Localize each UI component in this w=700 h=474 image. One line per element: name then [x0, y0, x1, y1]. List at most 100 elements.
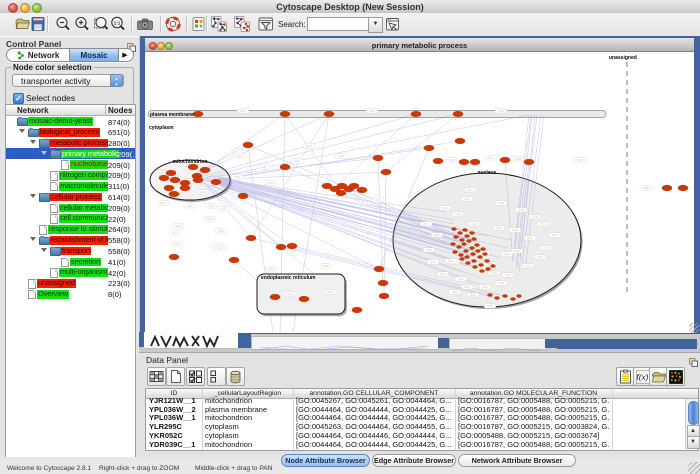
graph-node[interactable]	[193, 177, 203, 183]
tree-row-cell-communication[interactable]: cell communication22(0)	[6, 213, 135, 224]
graph-node-small[interactable]	[466, 261, 471, 264]
attribute-batch-icon[interactable]	[207, 367, 226, 386]
zoom-in-icon[interactable]	[73, 15, 91, 33]
graph-node-small[interactable]	[471, 252, 476, 255]
expand-arrow-icon[interactable]	[30, 140, 36, 144]
filter-icon[interactable]	[257, 15, 275, 33]
expand-arrow-icon[interactable]	[41, 151, 47, 155]
graph-node-small[interactable]	[451, 242, 456, 245]
graph-node[interactable]	[180, 185, 190, 191]
tree-row-cellular-metabolic-pro[interactable]: cellular metabolic pro209(0)	[6, 202, 135, 213]
graph-node[interactable]	[243, 142, 253, 148]
graph-node[interactable]	[229, 257, 239, 263]
tab-network[interactable]: Network	[7, 49, 69, 61]
delete-attribute-icon[interactable]	[226, 367, 245, 386]
graph-node-small[interactable]	[473, 265, 478, 268]
graph-edge[interactable]	[211, 185, 379, 269]
tree-row-multi-organism-proces[interactable]: multi-organism proces42(0)	[6, 267, 135, 278]
graph-edge[interactable]	[335, 114, 416, 187]
graph-node-small[interactable]	[478, 255, 483, 258]
tree-row-nitrogen-compound-me[interactable]: nitrogen compound me209(0)	[6, 170, 135, 181]
expand-arrow-icon[interactable]	[41, 248, 47, 252]
expand-arrow-icon[interactable]	[19, 129, 25, 133]
tree-col-nodes[interactable]: Nodes	[108, 106, 132, 115]
graph-node-small[interactable]	[460, 238, 465, 241]
float-panel-icon[interactable]	[689, 354, 698, 363]
matrix-icon[interactable]	[666, 367, 685, 386]
tree-row-secretion[interactable]: secretion41(0)	[6, 256, 135, 267]
tab-node-attribute-browser[interactable]: Node Attribute Browser	[281, 454, 370, 467]
graph-node-small[interactable]	[460, 257, 465, 260]
graph-node[interactable]	[349, 183, 359, 189]
graph-node[interactable]	[352, 307, 362, 313]
graph-node[interactable]	[374, 266, 384, 272]
graph-node-small[interactable]	[459, 253, 464, 256]
select-nodes-checkbox[interactable]: ✓	[13, 93, 24, 104]
panel-tabs-overflow-button[interactable]: ▶	[119, 49, 131, 61]
graph-node-small[interactable]	[465, 255, 470, 258]
annotation-icon[interactable]	[384, 15, 402, 33]
graph-node[interactable]	[455, 138, 465, 144]
graph-node-small[interactable]	[491, 264, 496, 267]
graph-node[interactable]	[662, 185, 672, 191]
scrollbar-thumb[interactable]	[688, 401, 699, 425]
network-canvas[interactable]: plasma membranecytoplasmmitochondrionnuc…	[145, 52, 694, 333]
graph-node[interactable]	[169, 191, 179, 197]
tree-row-response-to-stimulus[interactable]: response to stimulus264(0)	[6, 224, 135, 235]
graph-node[interactable]	[424, 145, 434, 151]
tree-col-network[interactable]: Network	[17, 106, 49, 115]
graph-node[interactable]	[270, 294, 280, 300]
graph-node-small[interactable]	[457, 245, 462, 248]
new-attribute-icon[interactable]	[166, 367, 185, 386]
tree-row-metabolic-process[interactable]: metabolic process280(0)	[6, 138, 135, 149]
select-attributes-icon[interactable]	[186, 367, 205, 386]
tree-row-primary-metabolic-proc[interactable]: primary metabolic proc209(...	[6, 148, 135, 159]
zoom-actual-icon[interactable]: 1:1	[109, 15, 127, 33]
table-row-ydr039c-1[interactable]: YDR039C__1mitochondrion[GO:0044464, GO:0…	[146, 439, 698, 448]
graph-node[interactable]	[336, 190, 346, 196]
graph-edge[interactable]	[285, 114, 341, 191]
graph-node[interactable]	[459, 159, 469, 165]
graph-node-small[interactable]	[467, 239, 472, 242]
table-row-ypl036w-2[interactable]: YPL036W__2plasma membrane[GO:0044464, GO…	[146, 404, 698, 413]
float-panel-icon[interactable]	[127, 39, 136, 48]
tree-row-nucleobase-containing[interactable]: nucleobase-containing209(0)	[6, 159, 135, 170]
graph-node-small[interactable]	[472, 237, 477, 240]
graph-node[interactable]	[164, 185, 174, 191]
graph-node-small[interactable]	[511, 297, 516, 300]
graph-node-small[interactable]	[488, 293, 493, 296]
graph-node[interactable]	[280, 111, 290, 117]
snapshot-icon[interactable]	[136, 15, 154, 33]
graph-node[interactable]	[166, 170, 176, 176]
expand-arrow-icon[interactable]	[30, 194, 36, 198]
table-scrollbar[interactable]: ▲▼	[685, 399, 698, 449]
graph-node[interactable]	[379, 293, 389, 299]
graph-node-small[interactable]	[517, 294, 522, 297]
tab-network-attribute-browser[interactable]: Network Attribute Browser	[458, 454, 576, 467]
dropdown-stepper-icon[interactable]: ▲▼	[110, 74, 123, 87]
graph-node[interactable]	[238, 193, 248, 199]
tree-row-transport[interactable]: transport558(0)	[6, 246, 135, 257]
graph-node-small[interactable]	[503, 294, 508, 297]
graph-node-small[interactable]	[464, 249, 469, 252]
graph-node-small[interactable]	[481, 247, 486, 250]
graph-edge[interactable]	[203, 172, 386, 180]
expand-arrow-icon[interactable]	[30, 237, 36, 241]
graph-node-small[interactable]	[453, 250, 458, 253]
graph-node-small[interactable]	[483, 252, 488, 255]
tab-mosaic[interactable]: Mosaic	[69, 49, 119, 61]
graph-node-small[interactable]	[454, 235, 459, 238]
tree-row-mosaic-demo-yeast[interactable]: mosaic-demo-yeast874(0)	[6, 116, 135, 127]
search-input[interactable]	[307, 17, 370, 31]
graph-node-small[interactable]	[485, 259, 490, 262]
graph-node-small[interactable]	[480, 269, 485, 272]
graph-node-small[interactable]	[472, 259, 477, 262]
graph-node[interactable]	[500, 157, 510, 163]
graph-node[interactable]	[287, 243, 297, 249]
tree-row-macromolecule-metab[interactable]: macromolecule metab311(0)	[6, 181, 135, 192]
graph-node[interactable]	[159, 175, 169, 181]
tab-edge-attribute-browser[interactable]: Edge Attribute Browser	[372, 454, 456, 467]
graph-node[interactable]	[373, 155, 383, 161]
graph-node-small[interactable]	[465, 234, 470, 237]
graph-node-small[interactable]	[495, 296, 500, 299]
